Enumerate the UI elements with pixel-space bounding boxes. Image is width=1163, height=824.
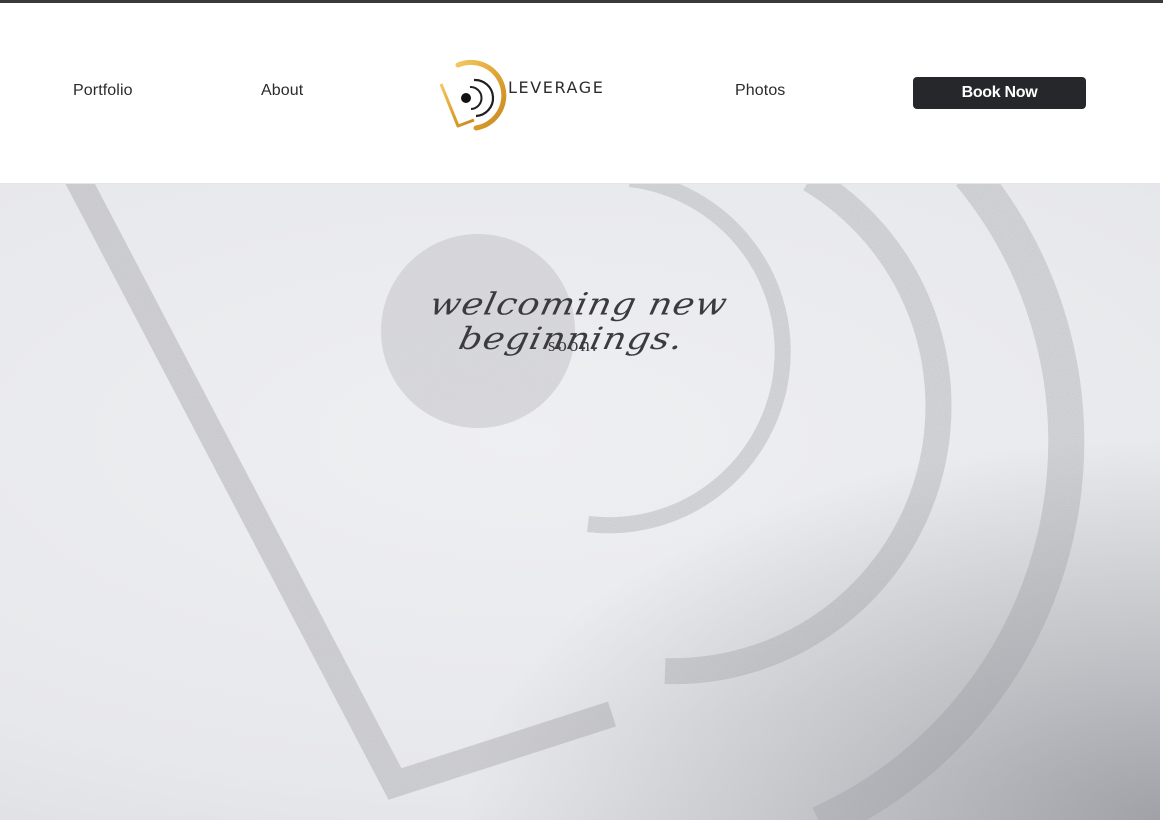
- hero-section: welcoming new beginnings. soon.: [0, 184, 1160, 820]
- nav-photos[interactable]: Photos: [735, 82, 785, 100]
- nav-portfolio[interactable]: Portfolio: [73, 82, 133, 100]
- hero-subline: soon.: [548, 335, 599, 356]
- hero-background-art: [0, 184, 1160, 820]
- leverage-logo-icon: [439, 59, 507, 131]
- logo-wordmark: LEVERAGE: [508, 78, 605, 97]
- nav-about[interactable]: About: [261, 82, 303, 100]
- site-header: Portfolio About LEVERAGE Photos Book Now: [0, 3, 1160, 184]
- book-now-button[interactable]: Book Now: [913, 77, 1086, 109]
- bottom-strip: [0, 820, 1163, 824]
- site-logo[interactable]: LEVERAGE: [438, 56, 610, 132]
